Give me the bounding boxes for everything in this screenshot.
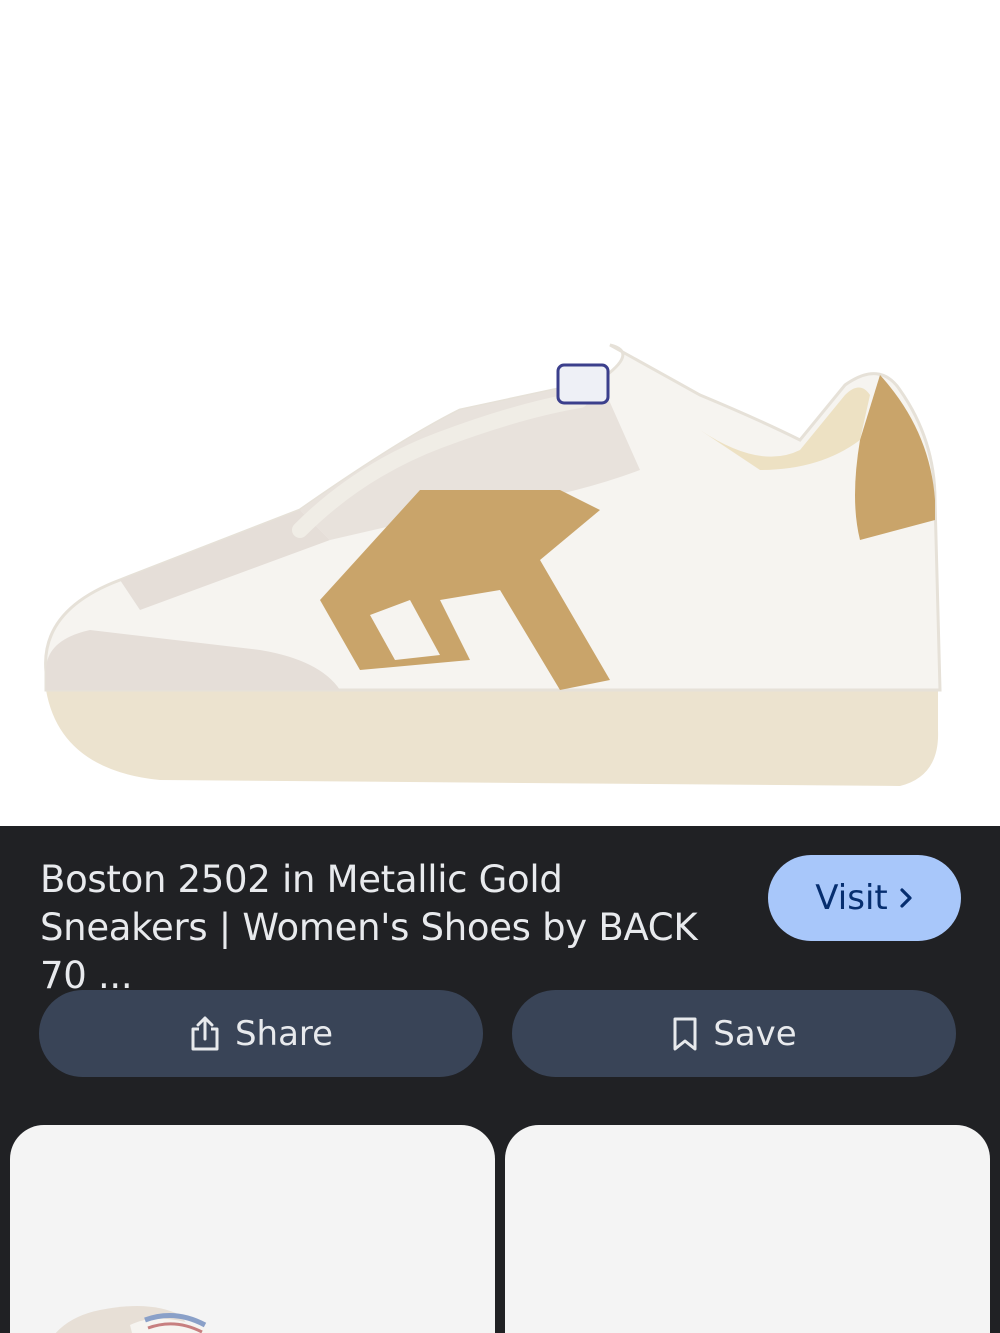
visit-button[interactable]: Visit [768, 855, 961, 941]
visit-label: Visit [815, 878, 888, 918]
share-button[interactable]: Share [39, 990, 483, 1077]
related-image-card[interactable] [505, 1125, 990, 1333]
share-label: Share [234, 1013, 334, 1054]
result-info-panel: Boston 2502 in Metallic Gold Sneakers | … [0, 826, 1000, 1333]
result-title[interactable]: Boston 2502 in Metallic Gold Sneakers | … [40, 856, 730, 1000]
save-button[interactable]: Save [512, 990, 956, 1077]
product-image[interactable] [0, 0, 1000, 826]
share-icon [191, 1016, 219, 1050]
sneaker-thumbnail [55, 1306, 212, 1333]
related-image-card[interactable] [10, 1125, 495, 1333]
save-label: Save [713, 1013, 797, 1054]
chevron-right-icon [900, 888, 912, 908]
sneaker-illustration [44, 343, 942, 786]
bookmark-icon [673, 1017, 697, 1050]
